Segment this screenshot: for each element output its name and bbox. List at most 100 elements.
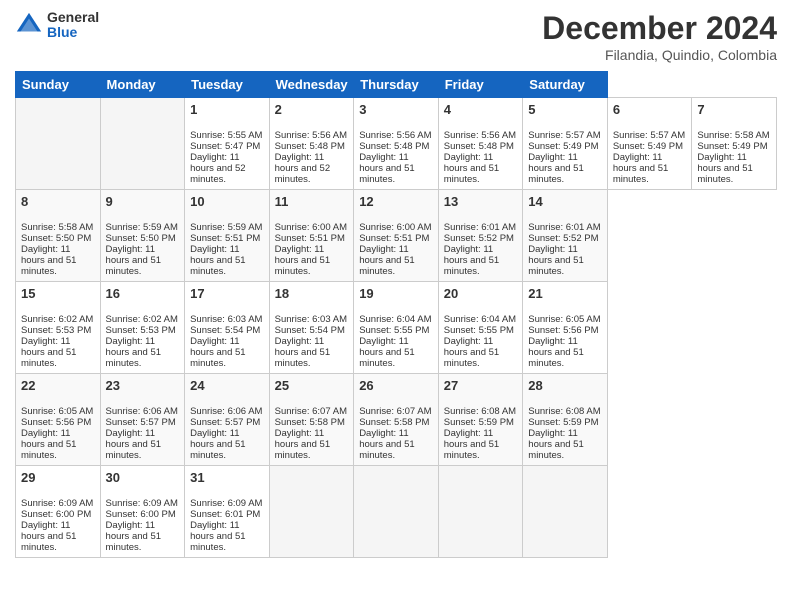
sunset-text: Sunset: 5:48 PM [359,141,429,152]
day-number: 15 [21,286,95,301]
sunrise-text: Sunrise: 6:05 AM [21,406,93,417]
sunset-text: Sunset: 5:55 PM [444,325,514,336]
daylight-text: Daylight: 11 hours and 51 minutes. [528,244,583,277]
sunset-text: Sunset: 5:53 PM [21,325,91,336]
day-number: 14 [528,194,602,209]
week-row-1: 8Sunrise: 5:58 AMSunset: 5:50 PMDaylight… [16,190,777,282]
sunset-text: Sunset: 5:58 PM [359,417,429,428]
empty-cell [16,98,101,190]
sunrise-text: Sunrise: 6:06 AM [106,406,178,417]
day-number: 6 [613,102,687,117]
sunrise-text: Sunrise: 5:56 AM [359,130,431,141]
day-cell-20: 20Sunrise: 6:04 AMSunset: 5:55 PMDayligh… [438,282,523,374]
logo: General Blue [15,10,99,41]
empty-cell [100,98,185,190]
location: Filandia, Quindio, Colombia [542,47,777,63]
day-cell-11: 11Sunrise: 6:00 AMSunset: 5:51 PMDayligh… [269,190,354,282]
day-number: 10 [190,194,264,209]
sunrise-text: Sunrise: 6:00 AM [275,222,347,233]
daylight-text: Daylight: 11 hours and 51 minutes. [21,520,76,553]
sunset-text: Sunset: 5:59 PM [528,417,598,428]
daylight-text: Daylight: 11 hours and 52 minutes. [275,152,330,185]
daylight-text: Daylight: 11 hours and 51 minutes. [275,336,330,369]
sunset-text: Sunset: 6:00 PM [21,509,91,520]
empty-cell [354,466,439,558]
day-cell-28: 28Sunrise: 6:08 AMSunset: 5:59 PMDayligh… [523,374,608,466]
daylight-text: Daylight: 11 hours and 51 minutes. [444,152,499,185]
day-cell-13: 13Sunrise: 6:01 AMSunset: 5:52 PMDayligh… [438,190,523,282]
daylight-text: Daylight: 11 hours and 51 minutes. [190,336,245,369]
sunset-text: Sunset: 5:58 PM [275,417,345,428]
sunrise-text: Sunrise: 5:57 AM [528,130,600,141]
sunset-text: Sunset: 5:57 PM [190,417,260,428]
sunset-text: Sunset: 5:51 PM [359,233,429,244]
sunrise-text: Sunrise: 5:55 AM [190,130,262,141]
day-number: 26 [359,378,433,393]
daylight-text: Daylight: 11 hours and 51 minutes. [190,244,245,277]
day-number: 7 [697,102,771,117]
sunrise-text: Sunrise: 5:59 AM [106,222,178,233]
day-number: 13 [444,194,518,209]
header: General Blue December 2024 Filandia, Qui… [15,10,777,63]
sunset-text: Sunset: 5:50 PM [106,233,176,244]
sunset-text: Sunset: 5:49 PM [528,141,598,152]
month-title: December 2024 [542,10,777,47]
sunrise-text: Sunrise: 5:59 AM [190,222,262,233]
day-cell-6: 6Sunrise: 5:57 AMSunset: 5:49 PMDaylight… [607,98,692,190]
daylight-text: Daylight: 11 hours and 51 minutes. [21,428,76,461]
day-number: 27 [444,378,518,393]
sunrise-text: Sunrise: 6:01 AM [528,222,600,233]
sunset-text: Sunset: 5:56 PM [528,325,598,336]
daylight-text: Daylight: 11 hours and 51 minutes. [444,428,499,461]
sunset-text: Sunset: 5:51 PM [275,233,345,244]
day-number: 12 [359,194,433,209]
day-cell-26: 26Sunrise: 6:07 AMSunset: 5:58 PMDayligh… [354,374,439,466]
daylight-text: Daylight: 11 hours and 51 minutes. [444,336,499,369]
daylight-text: Daylight: 11 hours and 51 minutes. [528,428,583,461]
daylight-text: Daylight: 11 hours and 51 minutes. [359,336,414,369]
weekday-header-thursday: Thursday [354,72,439,98]
weekday-header-row: SundayMondayTuesdayWednesdayThursdayFrid… [16,72,777,98]
sunrise-text: Sunrise: 6:03 AM [275,314,347,325]
sunrise-text: Sunrise: 6:04 AM [444,314,516,325]
empty-cell [269,466,354,558]
daylight-text: Daylight: 11 hours and 51 minutes. [359,244,414,277]
day-number: 9 [106,194,180,209]
sunset-text: Sunset: 5:48 PM [444,141,514,152]
daylight-text: Daylight: 11 hours and 51 minutes. [190,520,245,553]
day-cell-9: 9 Sunrise: 5:59 AMSunset: 5:50 PMDaylight… [100,190,185,282]
day-number: 3 [359,102,433,117]
daylight-text: Daylight: 11 hours and 51 minutes. [21,336,76,369]
day-number: 11 [275,194,349,209]
daylight-text: Daylight: 11 hours and 51 minutes. [275,428,330,461]
daylight-text: Daylight: 11 hours and 51 minutes. [21,244,76,277]
calendar-table: SundayMondayTuesdayWednesdayThursdayFrid… [15,71,777,558]
day-number: 22 [21,378,95,393]
day-cell-27: 27Sunrise: 6:08 AMSunset: 5:59 PMDayligh… [438,374,523,466]
day-number: 4 [444,102,518,117]
daylight-text: Daylight: 11 hours and 51 minutes. [528,336,583,369]
sunset-text: Sunset: 5:53 PM [106,325,176,336]
sunrise-text: Sunrise: 5:58 AM [697,130,769,141]
day-cell-5: 5Sunrise: 5:57 AMSunset: 5:49 PMDaylight… [523,98,608,190]
sunrise-text: Sunrise: 6:09 AM [190,498,262,509]
sunset-text: Sunset: 5:55 PM [359,325,429,336]
sunset-text: Sunset: 5:47 PM [190,141,260,152]
sunrise-text: Sunrise: 6:08 AM [444,406,516,417]
week-row-0: 1Sunrise: 5:55 AMSunset: 5:47 PMDaylight… [16,98,777,190]
sunrise-text: Sunrise: 5:56 AM [275,130,347,141]
day-number: 2 [275,102,349,117]
sunrise-text: Sunrise: 6:07 AM [275,406,347,417]
logo-icon [15,11,43,39]
sunset-text: Sunset: 5:49 PM [697,141,767,152]
day-cell-17: 17Sunrise: 6:03 AMSunset: 5:54 PMDayligh… [185,282,270,374]
day-cell-25: 25 Sunrise: 6:07 AMSunset: 5:58 PMDayligh… [269,374,354,466]
daylight-text: Daylight: 11 hours and 51 minutes. [106,244,161,277]
sunset-text: Sunset: 5:52 PM [444,233,514,244]
daylight-text: Daylight: 11 hours and 51 minutes. [528,152,583,185]
sunrise-text: Sunrise: 6:01 AM [444,222,516,233]
sunset-text: Sunset: 5:48 PM [275,141,345,152]
sunrise-text: Sunrise: 6:09 AM [106,498,178,509]
day-number: 25 [275,378,349,393]
logo-general-text: General [47,10,99,25]
